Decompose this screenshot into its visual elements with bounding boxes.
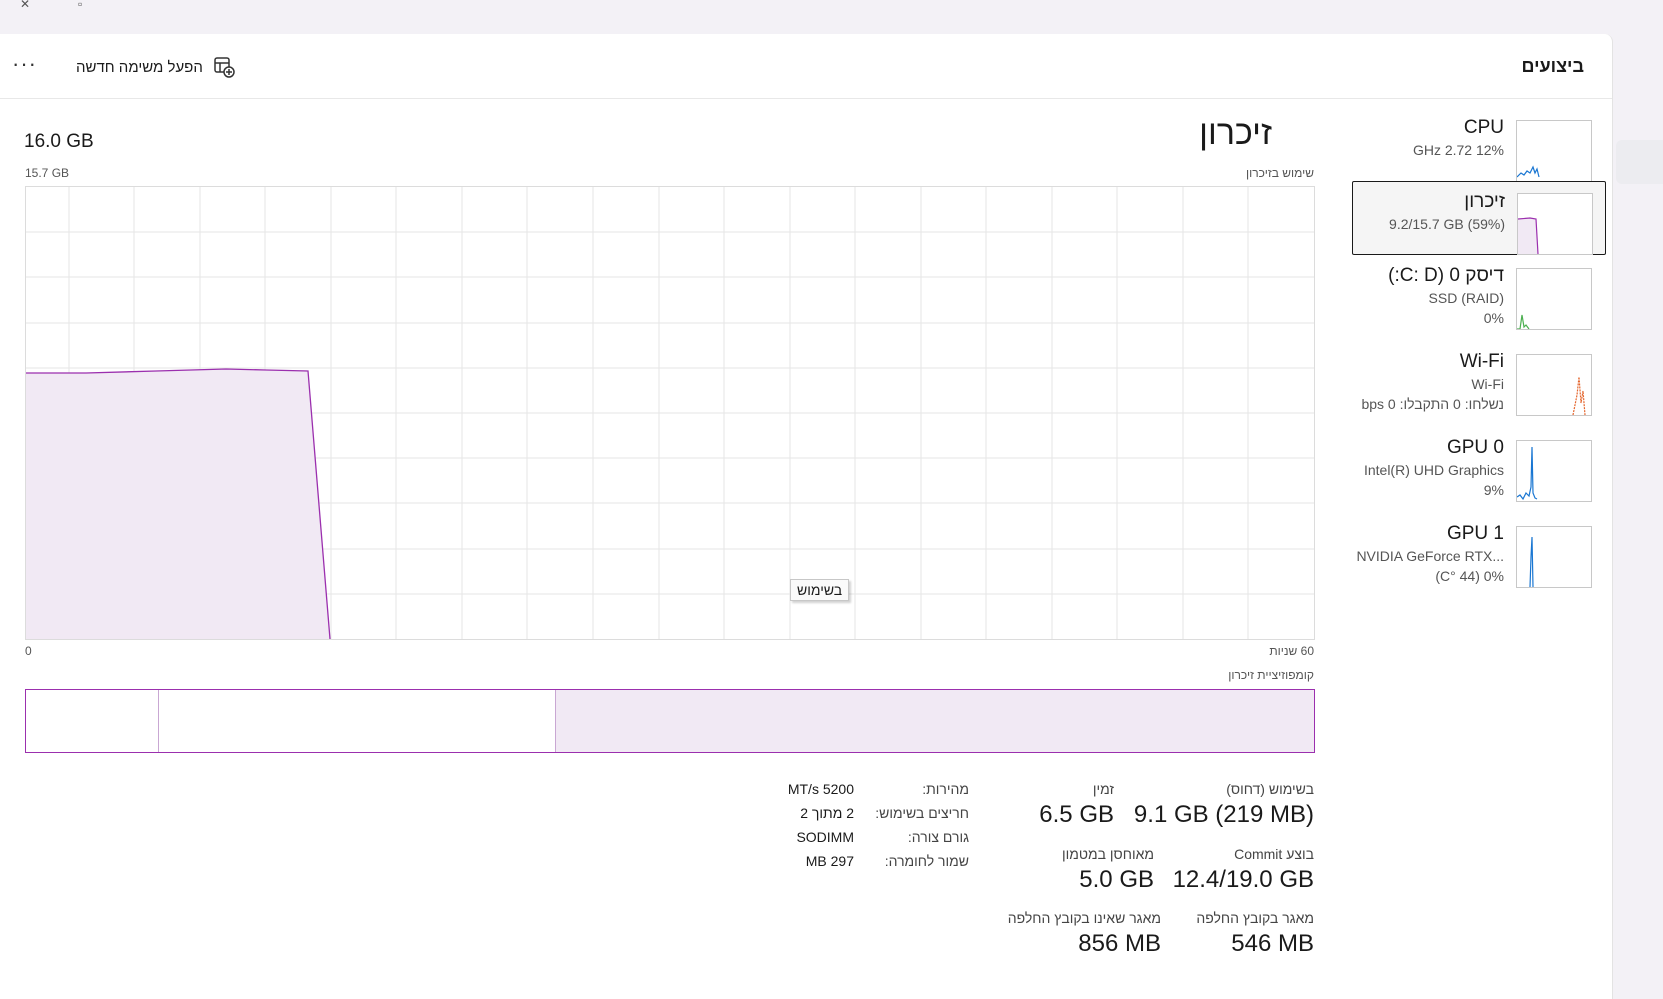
- restore-icon[interactable]: ▫: [78, 0, 82, 10]
- new-task-icon: [214, 57, 235, 78]
- sidebar-item-wifi[interactable]: Wi-Fi Wi-Fi נשלחו: 0 התקבלו: 0 bps: [1352, 348, 1604, 428]
- sidebar-item-sub2: 0%: [1483, 310, 1504, 326]
- memory-usage-graph-svg: [26, 187, 1314, 639]
- sidebar-item-sub: NVIDIA GeForce RTX...: [1356, 548, 1504, 564]
- toolbar: ··· הפעל משימה חדשה ביצועים: [0, 34, 1612, 99]
- memory-thumbnail: [1517, 193, 1593, 255]
- stat-available-label: זמין: [1092, 781, 1114, 797]
- sidebar-item-sub: Wi-Fi: [1471, 376, 1504, 392]
- window-titlebar: ✕ ▫: [0, 0, 1663, 34]
- wifi-thumbnail: [1516, 354, 1592, 416]
- page-title: זיכרון: [1199, 114, 1272, 152]
- composition-in-use[interactable]: [569, 690, 1314, 752]
- cpu-thumbnail: [1516, 120, 1592, 182]
- graph-tooltip: בשימוש: [790, 579, 850, 601]
- section-title: ביצועים: [1521, 56, 1584, 76]
- graph-usage-label: שימוש בזיכרון: [1246, 166, 1314, 180]
- graph-time-label: 60 שניות: [1269, 644, 1314, 658]
- performance-panel: ··· הפעל משימה חדשה ביצועים CPU 12% 2.72…: [0, 34, 1613, 999]
- more-options-button[interactable]: ···: [12, 53, 37, 75]
- stat-cached-value: 5.0 GB: [1079, 866, 1154, 893]
- disk-thumbnail: [1516, 268, 1592, 330]
- composition-standby[interactable]: [158, 690, 555, 752]
- right-scroll-handle[interactable]: [1616, 140, 1663, 184]
- sidebar-item-memory[interactable]: זיכרון 9.2/15.7 GB (59%): [1352, 181, 1606, 255]
- sidebar-item-sub: 9.2/15.7 GB (59%): [1389, 216, 1505, 232]
- sidebar-item-name: CPU: [1463, 117, 1504, 138]
- memory-usage-graph: [25, 186, 1315, 640]
- stat-paged-value: 546 MB: [1231, 930, 1314, 957]
- detail-speed-label: מהירות:: [922, 781, 969, 797]
- stat-cached-label: מאוחסן במטמון: [1062, 846, 1154, 862]
- detail-reserved-value: 297 MB: [805, 853, 854, 869]
- graph-zero-label: 0: [25, 644, 32, 658]
- sidebar-item-sub2: 0% (44 °C): [1435, 568, 1504, 584]
- run-new-task-button[interactable]: הפעל משימה חדשה: [76, 54, 235, 80]
- graph-max-label: 15.7 GB: [25, 166, 70, 180]
- sidebar-item-sub2: נשלחו: 0 התקבלו: 0 bps: [1361, 396, 1504, 412]
- pin-icon[interactable]: ✕: [20, 0, 30, 10]
- memory-usage-area: [26, 369, 330, 639]
- stat-nonpaged-value: 856 MB: [1078, 930, 1161, 957]
- detail-slots-value: 2 מתוך 2: [800, 805, 854, 821]
- stat-available-value: 6.5 GB: [1039, 801, 1114, 828]
- memory-composition-bar[interactable]: [25, 689, 1315, 753]
- sidebar-item-cpu[interactable]: CPU 12% 2.72 GHz: [1352, 114, 1604, 186]
- detail-form-label: גורם צורה:: [907, 829, 969, 845]
- stat-in-use-label: בשימוש (דחוס): [1226, 781, 1314, 797]
- stat-paged-label: מאגר בקובץ החלפה: [1196, 910, 1314, 926]
- stat-nonpaged-label: מאגר שאינו בקובץ החלפה: [1007, 910, 1161, 926]
- run-new-task-label: הפעל משימה חדשה: [76, 58, 203, 76]
- sidebar-item-name: Wi-Fi: [1459, 351, 1504, 372]
- sidebar-item-name: GPU 1: [1446, 523, 1504, 544]
- sidebar-item-name: זיכרון: [1464, 191, 1505, 212]
- sidebar-item-name: GPU 0: [1446, 437, 1504, 458]
- sidebar-item-gpu0[interactable]: GPU 0 Intel(R) UHD Graphics 9%: [1352, 434, 1604, 514]
- composition-label: קומפוזיציית זיכרון: [1228, 668, 1314, 682]
- sidebar-item-name: דיסק 0 (C: D:): [1388, 265, 1504, 286]
- sidebar-item-sub: Intel(R) UHD Graphics: [1363, 462, 1504, 478]
- detail-speed-value: 5200 MT/s: [787, 781, 854, 797]
- composition-modified[interactable]: [555, 690, 570, 752]
- composition-free[interactable]: [26, 690, 158, 752]
- detail-reserved-label: שמור לחומרה:: [884, 853, 969, 869]
- sidebar-item-sub2: 9%: [1483, 482, 1504, 498]
- stat-committed-label: בוצע Commit: [1234, 846, 1314, 862]
- memory-total: 16.0 GB: [24, 131, 94, 152]
- gpu0-thumbnail: [1516, 440, 1592, 502]
- detail-slots-label: חריצים בשימוש:: [875, 805, 969, 821]
- sidebar-item-gpu1[interactable]: GPU 1 NVIDIA GeForce RTX... 0% (44 °C): [1352, 520, 1604, 600]
- stat-committed-value: 12.4/19.0 GB: [1172, 866, 1314, 893]
- detail-form-value: SODIMM: [796, 829, 854, 845]
- sidebar-item-sub: SSD (RAID): [1428, 290, 1504, 306]
- sidebar-item-disk[interactable]: דיסק 0 (C: D:) SSD (RAID) 0%: [1352, 262, 1604, 342]
- sidebar-item-sub: 12% 2.72 GHz: [1412, 142, 1504, 158]
- gpu1-thumbnail: [1516, 526, 1592, 588]
- stat-in-use-value: 9.1 GB (219 MB): [1133, 801, 1314, 828]
